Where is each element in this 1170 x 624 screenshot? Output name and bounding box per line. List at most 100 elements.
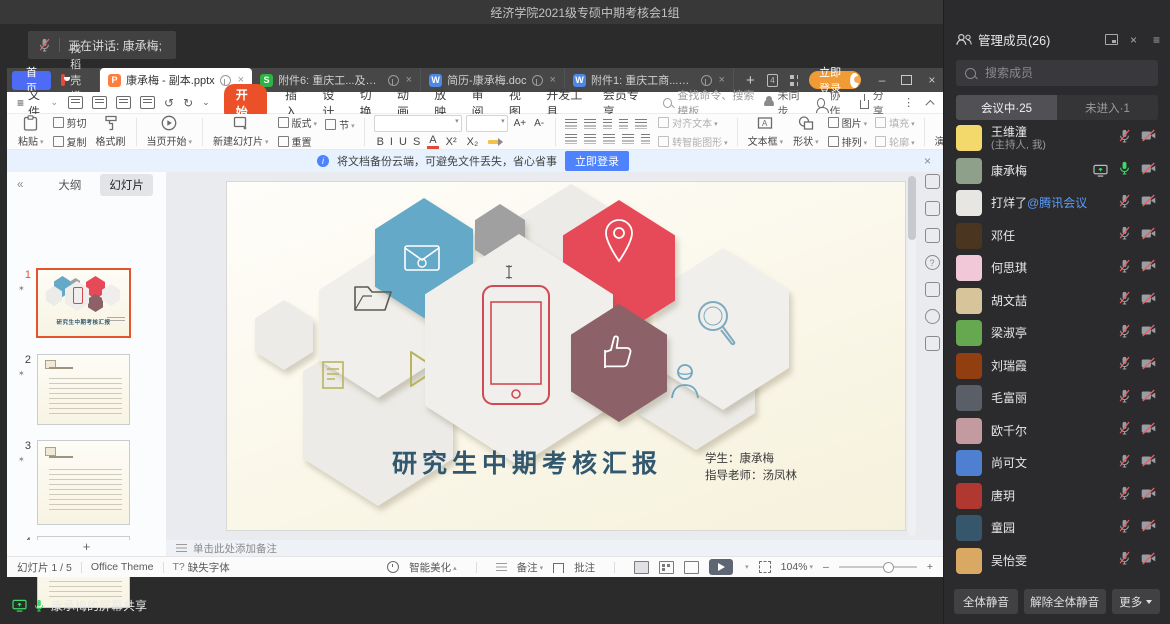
reset-button[interactable]: 重置 <box>278 134 318 149</box>
member-row[interactable]: 童园 <box>944 512 1170 545</box>
member-row[interactable]: 胡文喆 <box>944 285 1170 318</box>
member-row[interactable]: 刘瑞霞 <box>944 350 1170 383</box>
smart-graphic-button[interactable]: 转智能图形 <box>658 134 728 149</box>
member-row[interactable]: 梁淑亭 <box>944 317 1170 350</box>
camera-icon[interactable] <box>1141 194 1156 212</box>
mic-icon[interactable] <box>1118 551 1131 570</box>
beautify-icon[interactable] <box>925 201 940 216</box>
collapse-ribbon-icon[interactable] <box>925 99 934 108</box>
camera-icon[interactable] <box>1141 357 1156 375</box>
zoom-slider[interactable] <box>839 566 917 568</box>
member-row[interactable]: 尚可文 <box>944 447 1170 480</box>
zoom-out-icon[interactable]: – <box>823 561 829 573</box>
mute-all-button[interactable]: 全体静音 <box>954 589 1018 614</box>
mic-icon[interactable] <box>1118 356 1131 375</box>
shrink-font-button[interactable]: A- <box>532 118 546 129</box>
slide-credits[interactable]: 学生：康承梅 指导老师：汤凤林 <box>705 450 797 484</box>
camera-icon[interactable] <box>1141 487 1156 505</box>
member-row[interactable]: 吴怡雯 <box>944 545 1170 578</box>
normal-view-icon[interactable] <box>634 561 649 574</box>
camera-icon[interactable] <box>1141 389 1156 407</box>
arrange-button[interactable]: 排列 <box>828 134 868 149</box>
numbering-icon[interactable] <box>584 119 596 129</box>
member-row[interactable]: 王维潼 (主持人, 我) <box>944 122 1170 155</box>
mic-icon[interactable] <box>1118 291 1131 310</box>
print-icon[interactable] <box>116 96 131 109</box>
member-row[interactable]: 康承梅 <box>944 155 1170 188</box>
member-row[interactable]: 邓任 <box>944 220 1170 253</box>
beautify-button[interactable]: 智能美化 <box>409 560 457 575</box>
grid-view-icon[interactable] <box>790 75 797 86</box>
redo-icon[interactable]: ↻ <box>183 96 193 110</box>
help-icon[interactable]: ? <box>925 255 940 270</box>
add-slide-button[interactable]: + <box>7 540 166 556</box>
mic-icon[interactable] <box>1118 486 1131 505</box>
member-row[interactable]: 何思琪 <box>944 252 1170 285</box>
copy-button[interactable]: 复制 <box>53 134 87 149</box>
reading-view-icon[interactable] <box>684 561 699 574</box>
tab-not-joined[interactable]: 未进入·1 <box>1057 95 1158 120</box>
textbox-button[interactable]: A 文本框 <box>743 115 789 148</box>
tab-docer[interactable]: 找稻壳模板 <box>51 68 100 92</box>
camera-icon[interactable] <box>1141 454 1156 472</box>
tab-close-icon[interactable]: × <box>719 74 725 86</box>
font-color-button[interactable]: A <box>427 135 438 149</box>
more-menu-icon[interactable]: ⋮ <box>903 96 914 109</box>
font-family-select[interactable] <box>374 115 462 132</box>
format-painter-button[interactable]: 格式刷 <box>91 115 131 148</box>
undo-icon[interactable]: ↺ <box>164 96 174 110</box>
outdent-icon[interactable] <box>603 119 612 129</box>
align-text-button[interactable]: 对齐文本 <box>658 115 728 130</box>
paste-button[interactable]: 粘贴 <box>13 115 49 148</box>
wps-close-button[interactable]: × <box>928 73 935 87</box>
picture-button[interactable]: 图片 <box>828 115 868 130</box>
tab-slides[interactable]: 幻灯片 <box>100 174 153 196</box>
mic-icon[interactable] <box>1118 259 1131 278</box>
search-input[interactable] <box>983 65 1149 81</box>
more-button[interactable]: 更多 <box>1112 589 1161 614</box>
export-icon[interactable] <box>92 96 107 109</box>
camera-icon[interactable] <box>1141 129 1156 147</box>
superscript-button[interactable]: X² <box>443 136 460 148</box>
customize-icon[interactable]: ⌄ <box>202 97 210 108</box>
slide-title[interactable]: 研究生中期考核汇报 <box>357 444 697 480</box>
wps-maximize-button[interactable] <box>901 75 912 85</box>
line-spacing-icon[interactable] <box>635 119 647 129</box>
format-button[interactable]: I <box>387 136 396 148</box>
camera-icon[interactable] <box>1141 422 1156 440</box>
present-tools-button[interactable]: 演示工具 <box>930 115 943 148</box>
mic-icon[interactable] <box>1118 129 1131 148</box>
slide-thumbnail-3[interactable]: 3 ✶ <box>37 440 130 525</box>
member-row[interactable]: 毛富丽 <box>944 382 1170 415</box>
fill-button[interactable]: 填充 <box>875 115 915 130</box>
align-left-icon[interactable] <box>565 134 577 144</box>
camera-icon[interactable] <box>1141 227 1156 245</box>
member-search[interactable] <box>956 60 1158 86</box>
indent-icon[interactable] <box>619 119 628 129</box>
tab-in-meeting[interactable]: 会议中·25 <box>956 95 1057 120</box>
tab-outline[interactable]: 大纲 <box>49 174 90 196</box>
font-size-select[interactable] <box>466 115 508 132</box>
zoom-in-icon[interactable]: + <box>927 561 933 573</box>
camera-icon[interactable] <box>1141 259 1156 277</box>
bullets-icon[interactable] <box>565 119 577 129</box>
fit-window-icon[interactable] <box>759 561 771 573</box>
wps-minimize-button[interactable]: – <box>879 73 886 87</box>
distribute-icon[interactable] <box>641 134 650 144</box>
missing-font[interactable]: 缺失字体 <box>188 560 230 575</box>
notes-toggle[interactable]: 备注 <box>517 560 544 575</box>
panel-close-icon[interactable]: × <box>1130 33 1137 47</box>
section-button[interactable]: 节 <box>325 117 355 132</box>
justify-icon[interactable] <box>622 134 634 144</box>
sorter-view-icon[interactable] <box>659 561 674 574</box>
panel-menu-icon[interactable]: ≡ <box>1153 33 1160 47</box>
popout-icon[interactable] <box>1105 34 1118 45</box>
slide-thumbnail-1[interactable]: 1 ✶ 研究生中期考核汇报 <box>37 269 130 337</box>
play-from-current-button[interactable]: 当页开始 <box>142 115 198 148</box>
member-row[interactable]: 打烊了@腾讯会议 <box>944 187 1170 220</box>
align-center-icon[interactable] <box>584 134 596 144</box>
mic-icon[interactable] <box>1118 421 1131 440</box>
notes-input[interactable]: 单击此处添加备注 <box>166 540 943 556</box>
zoom-knob[interactable] <box>883 562 894 573</box>
align-right-icon[interactable] <box>603 134 615 144</box>
